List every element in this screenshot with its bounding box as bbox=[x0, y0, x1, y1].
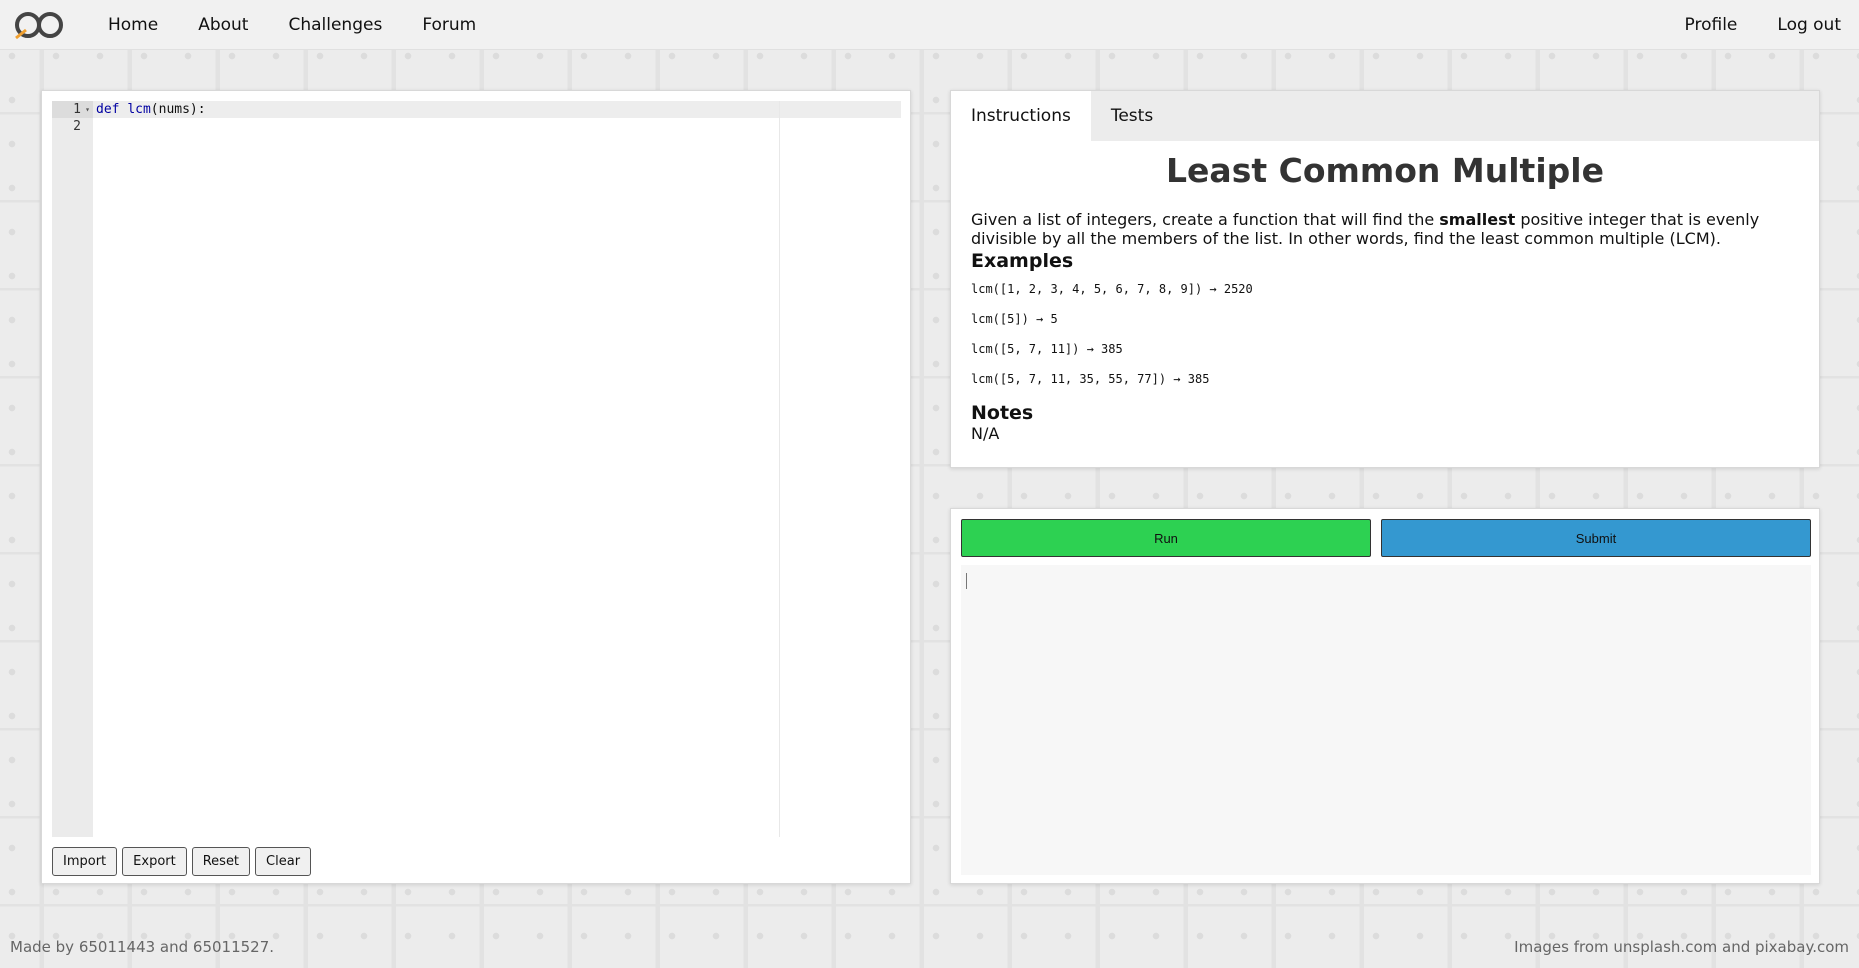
clear-button[interactable]: Clear bbox=[255, 847, 312, 876]
import-button[interactable]: Import bbox=[52, 847, 118, 876]
notes-heading: Notes bbox=[971, 402, 1034, 424]
tab-tests[interactable]: Tests bbox=[1091, 91, 1173, 141]
line-number: 1 ▾ bbox=[52, 101, 93, 118]
line-number: 2 bbox=[73, 119, 81, 134]
run-panel: Run Submit bbox=[950, 508, 1820, 884]
editor-gutter: 1 ▾ 2 bbox=[52, 101, 93, 837]
instructions-panel: Instructions Tests Least Common Multiple… bbox=[950, 90, 1820, 468]
output-console[interactable] bbox=[961, 565, 1811, 875]
tab-instructions[interactable]: Instructions bbox=[951, 91, 1091, 141]
footer-image-credits: Images from unsplash.com and pixabay.com bbox=[1514, 938, 1849, 956]
code-rest: (nums): bbox=[150, 102, 206, 117]
code-function-name: lcm bbox=[127, 102, 151, 117]
nav-profile[interactable]: Profile bbox=[1685, 15, 1738, 35]
challenge-description: Given a list of integers, create a funct… bbox=[971, 210, 1760, 248]
run-button[interactable]: Run bbox=[961, 519, 1371, 557]
nav-home[interactable]: Home bbox=[88, 15, 178, 35]
editor-panel: 1 ▾ 2 def lcm(nums): Import Export Reset… bbox=[41, 90, 911, 884]
tab-bar: Instructions Tests bbox=[951, 91, 1819, 141]
nav-challenges[interactable]: Challenges bbox=[268, 15, 402, 35]
notes-text: N/A bbox=[971, 424, 1000, 443]
navbar: Home About Challenges Forum Profile Log … bbox=[0, 0, 1859, 50]
instructions-body: Least Common Multiple Given a list of in… bbox=[951, 151, 1819, 443]
example-line: lcm([1, 2, 3, 4, 5, 6, 7, 8, 9]) → 2520 bbox=[971, 282, 1253, 296]
example-line: lcm([5, 7, 11, 35, 55, 77]) → 385 bbox=[971, 372, 1210, 386]
reset-button[interactable]: Reset bbox=[191, 847, 251, 876]
code-area[interactable]: def lcm(nums): bbox=[93, 101, 901, 837]
challenge-title: Least Common Multiple bbox=[1166, 151, 1604, 190]
logo-icon[interactable] bbox=[12, 8, 68, 42]
code-editor[interactable]: 1 ▾ 2 def lcm(nums): bbox=[52, 101, 901, 837]
examples-heading: Examples bbox=[971, 250, 1074, 272]
editor-buttons: Import Export Reset Clear bbox=[52, 847, 312, 876]
export-button[interactable]: Export bbox=[122, 847, 187, 876]
footer-credits: Made by 65011443 and 65011527. bbox=[10, 938, 275, 956]
print-margin bbox=[779, 101, 780, 837]
text-cursor bbox=[966, 573, 967, 589]
nav-forum[interactable]: Forum bbox=[402, 15, 496, 35]
nav-right: Profile Log out bbox=[1685, 15, 1841, 35]
nav-about[interactable]: About bbox=[178, 15, 268, 35]
code-keyword: def bbox=[96, 102, 120, 117]
fold-arrow-icon[interactable]: ▾ bbox=[85, 101, 90, 118]
example-line: lcm([5, 7, 11]) → 385 bbox=[971, 342, 1123, 356]
example-line: lcm([5]) → 5 bbox=[971, 312, 1058, 326]
nav-logout[interactable]: Log out bbox=[1777, 15, 1841, 35]
submit-button[interactable]: Submit bbox=[1381, 519, 1811, 557]
